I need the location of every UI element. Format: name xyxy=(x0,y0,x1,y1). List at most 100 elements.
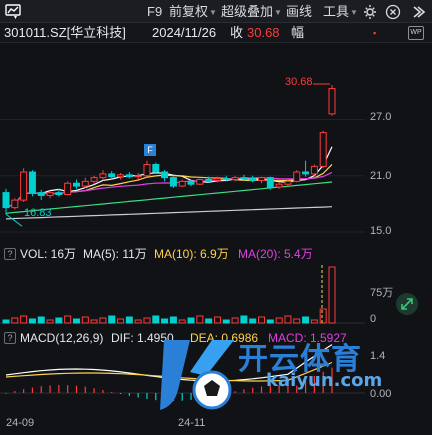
candle-body xyxy=(293,171,301,182)
candle-body xyxy=(258,177,266,181)
stock-picker-icon[interactable]: ▾ xyxy=(4,2,22,21)
candle-body xyxy=(72,182,80,187)
close-label: 收 xyxy=(230,25,244,40)
f-event-marker[interactable]: F xyxy=(144,144,156,156)
volume-bar xyxy=(11,317,19,324)
macd-bar xyxy=(128,393,130,396)
wp-badge[interactable]: WP xyxy=(408,26,424,40)
candle-body xyxy=(2,192,10,209)
volume-bar xyxy=(2,319,10,324)
volume-bar xyxy=(125,316,133,324)
overlay-label: 超级叠加 xyxy=(221,4,274,19)
volume-bar xyxy=(310,319,318,324)
chevron-down-icon: ▼ xyxy=(350,8,358,18)
candle-body xyxy=(117,174,125,178)
close-value: 30.68 xyxy=(247,25,280,40)
volume-bar xyxy=(108,315,116,324)
volume-bar xyxy=(293,318,301,324)
volume-bar xyxy=(213,316,221,324)
vol-ma5: MA(5): 11万 xyxy=(83,247,147,261)
help-icon[interactable]: ? xyxy=(4,332,16,344)
chevron-down-icon: ▼ xyxy=(274,8,282,18)
close-circle-icon[interactable] xyxy=(384,2,402,20)
candle-body xyxy=(187,180,195,185)
volume-bar xyxy=(328,266,336,324)
gear-icon[interactable] xyxy=(361,2,379,20)
price-tick: 15.0 xyxy=(370,225,392,237)
ma10-line xyxy=(5,163,333,209)
candle-body xyxy=(108,173,116,178)
volume-tick: 0 xyxy=(370,313,377,325)
stock-code: 301011.SZ[华立科技] xyxy=(4,25,126,40)
candle-body xyxy=(28,171,36,194)
macd-bar xyxy=(14,391,16,393)
volume-bar xyxy=(258,316,266,324)
draw-button[interactable]: 画线 xyxy=(286,2,312,21)
price-panel: 30.68 16.83 27.0 21.0 15.0 F xyxy=(0,44,432,244)
candle-body xyxy=(37,192,45,196)
macd-bar xyxy=(102,389,104,393)
macd-bar xyxy=(75,385,78,393)
volume-bar xyxy=(161,318,169,324)
price-tick: 21.0 xyxy=(370,170,392,182)
candle-body xyxy=(284,180,292,185)
macd-bar xyxy=(137,393,139,398)
expand-icon[interactable] xyxy=(396,293,418,315)
volume-bar xyxy=(28,318,36,324)
overlay-button[interactable]: 超级叠加▼ xyxy=(221,2,282,21)
volume-bar xyxy=(302,316,310,324)
volume-bar xyxy=(169,316,177,324)
volume-bar xyxy=(284,315,292,324)
macd-bar xyxy=(111,391,113,393)
volume-tick: 75万 xyxy=(370,287,394,299)
macd-bar xyxy=(23,389,25,393)
candle-body xyxy=(205,179,213,181)
tools-button[interactable]: 工具▼ xyxy=(323,2,358,21)
ma5-line xyxy=(5,146,333,209)
adjust-button[interactable]: 前复权▼ xyxy=(169,2,217,21)
price-tick: 27.0 xyxy=(370,111,392,123)
candle-body xyxy=(20,171,28,201)
candle-body xyxy=(143,164,151,177)
candle-body xyxy=(81,180,89,187)
candle-body xyxy=(46,192,54,196)
toolbar: ▾ F9 前复权▼ 超级叠加▼ 画线 工具▼ xyxy=(0,0,432,23)
volume-bar xyxy=(99,317,107,324)
volume-bar xyxy=(266,319,274,324)
candlestick-chart xyxy=(0,83,365,233)
x-axis-label: 24-09 xyxy=(6,417,35,429)
vol-ma20: MA(20): 5.4万 xyxy=(238,247,313,261)
volume-bar xyxy=(55,317,63,324)
watermark-url: kaiyun.com xyxy=(266,370,383,391)
tools-label: 工具 xyxy=(323,4,350,19)
chevron-down-icon: ▼ xyxy=(209,8,217,18)
quote-info-bar: 301011.SZ[华立科技] 2024/11/26 收 30.68 幅 ▪ W… xyxy=(0,23,432,43)
volume-bar xyxy=(178,319,186,324)
candle-body xyxy=(161,171,169,179)
volume-bar xyxy=(72,318,80,324)
volume-bar xyxy=(37,316,45,324)
quote-date: 2024/11/26 xyxy=(152,25,217,40)
macd-bar xyxy=(93,388,95,393)
volume-bar xyxy=(20,315,28,324)
macd-bar xyxy=(146,393,148,400)
candle-body xyxy=(240,177,248,180)
candle-body xyxy=(231,177,239,180)
candle-body xyxy=(64,182,72,195)
candle-body xyxy=(134,175,142,178)
candle-body xyxy=(310,165,318,175)
candle-body xyxy=(11,199,19,209)
volume-bar xyxy=(319,308,327,324)
candle-body xyxy=(275,183,283,188)
help-icon[interactable]: ? xyxy=(4,248,16,260)
chevron-right-icon[interactable] xyxy=(409,2,427,20)
volume-bar xyxy=(64,315,72,324)
macd-bar xyxy=(58,385,60,393)
volume-legend: ? VOL: 16万 MA(5): 11万 MA(10): 6.9万 MA(20… xyxy=(0,245,432,263)
candle-body xyxy=(249,178,257,181)
macd-bar xyxy=(260,386,263,393)
f9-button[interactable]: F9 xyxy=(147,2,162,21)
candle-body xyxy=(55,192,63,195)
volume-bar xyxy=(231,317,239,324)
candle-body xyxy=(266,177,274,188)
